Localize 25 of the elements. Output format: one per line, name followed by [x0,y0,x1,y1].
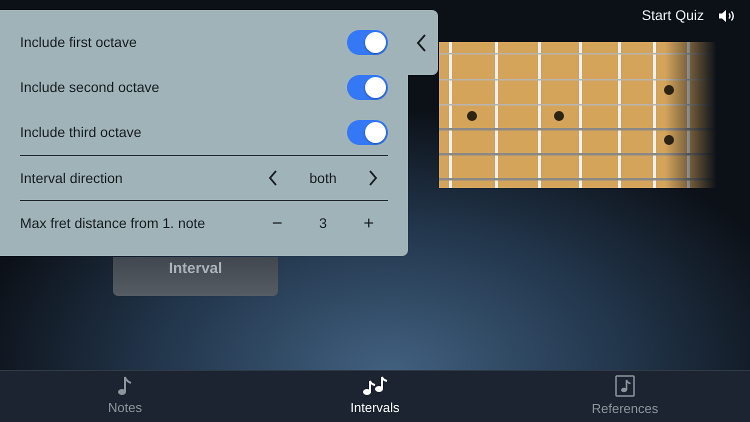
start-quiz-button[interactable]: Start Quiz [642,5,704,26]
tab[interactable]: References [500,371,750,422]
setting-label: Interval direction [20,168,123,188]
minus-button[interactable]: − [268,214,287,232]
setting-label: Include second octave [20,78,160,97]
music-notes-icon [362,376,388,396]
setting-label: Max fret distance from 1. note [20,214,206,232]
toggle-switch[interactable] [347,30,388,55]
interval-button[interactable]: Interval [113,257,278,296]
chevron-left-icon[interactable] [268,170,278,186]
music-note-icon [117,376,133,396]
setting-label: Include first octave [20,33,137,52]
chevron-right-icon[interactable] [368,170,378,186]
music-book-icon [615,374,635,397]
tab[interactable]: Notes [0,371,250,422]
speaker-icon[interactable] [718,8,736,22]
tab[interactable]: Intervals [250,371,500,422]
plus-button[interactable]: + [359,214,378,232]
fret-distance-value: 3 [319,214,327,232]
setting-label: Include third octave [20,123,142,142]
collapse-handle[interactable] [405,10,438,75]
chevron-left-icon [416,34,427,52]
toggle-switch[interactable] [347,120,388,145]
toggle-switch[interactable] [347,75,388,100]
direction-value: both [309,168,337,188]
